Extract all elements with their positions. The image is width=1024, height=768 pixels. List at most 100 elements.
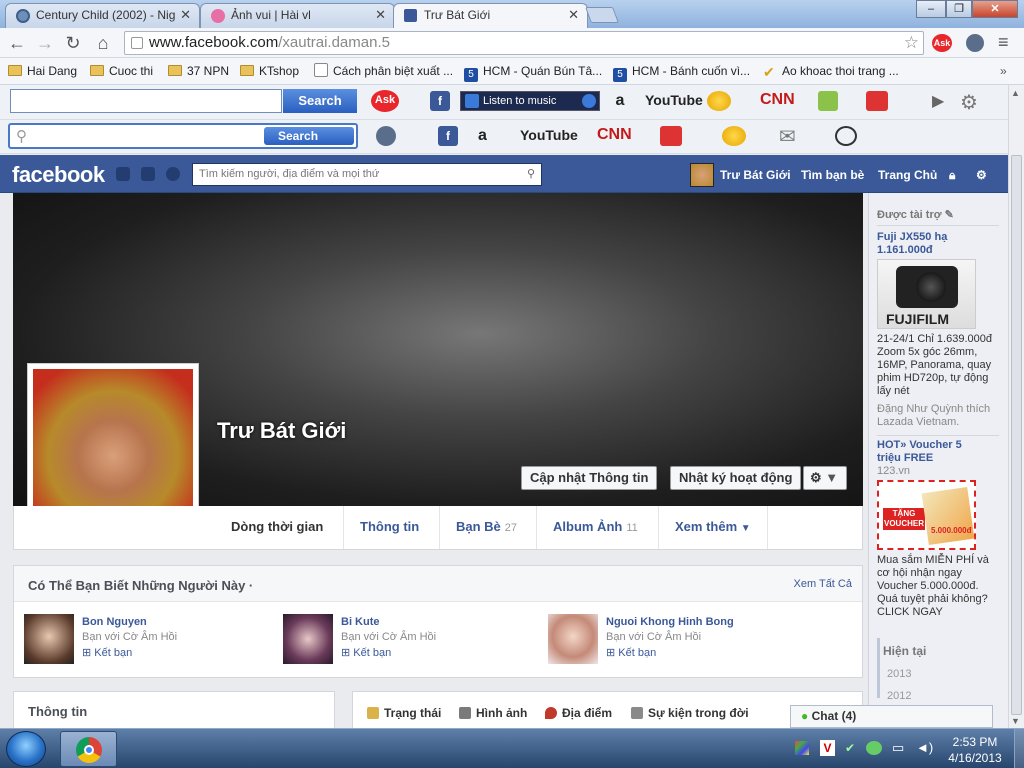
update-info-button[interactable]: Cập nhật Thông tin (521, 466, 658, 490)
nav-find-friends-link[interactable]: Tìm bạn bè (801, 168, 864, 182)
start-button[interactable] (6, 731, 46, 767)
privacy-lock-icon[interactable]: 🔒︎ (949, 168, 955, 183)
chat-bar[interactable]: ● Chat (4) (790, 705, 993, 728)
close-tab-icon[interactable]: ✕ (375, 4, 386, 26)
youtube-icon[interactable]: YouTube (520, 127, 578, 143)
new-tab-button[interactable] (585, 7, 619, 23)
ad2-text[interactable]: Mua sắm MIỄN PHÍ và cơ hội nhận ngay Vou… (877, 554, 995, 619)
add-friend-button[interactable]: ⊞ Kết bạn (82, 646, 132, 659)
facebook-icon[interactable]: f (438, 126, 458, 146)
system-clock[interactable]: 2:53 PM 4/16/2013 (940, 734, 1010, 766)
ask-extension-icon[interactable]: Ask (932, 34, 952, 52)
listen-to-music-dropdown[interactable]: Listen to music (460, 91, 600, 111)
d-logo-icon[interactable] (835, 126, 857, 146)
bookmark-star-icon[interactable]: ☆ (904, 32, 919, 54)
ad1-camera-image[interactable]: FUJIFILM (877, 259, 976, 329)
composer-status[interactable]: Trạng thái (367, 706, 441, 720)
profile-name[interactable]: Trư Bát Giới (217, 418, 346, 444)
ad1-title[interactable]: Fuji JX550 hạ 1.161.000đ (877, 231, 987, 257)
toolbar2-search-button[interactable]: Search (264, 127, 354, 145)
bookmarks-overflow-icon[interactable]: » (1000, 62, 1007, 80)
timeline-now[interactable]: Hiện tại (883, 644, 926, 658)
scroll-down-icon[interactable]: ▼ (1011, 716, 1020, 726)
bookmark-ktshop[interactable]: KTshop (240, 62, 299, 80)
tab-more[interactable]: Xem thêm ▼ (658, 506, 768, 549)
menu-wrench-icon[interactable]: ≡ (998, 32, 1009, 53)
close-tab-icon[interactable]: ✕ (180, 4, 191, 26)
add-friend-button[interactable]: ⊞ Kết bạn (341, 646, 391, 659)
close-window-button[interactable]: ✕ (972, 0, 1018, 18)
friend-requests-icon[interactable] (116, 167, 130, 181)
tray-monitor-icon[interactable]: ▭ (892, 740, 904, 756)
show-desktop-button[interactable] (1014, 729, 1024, 768)
games-dice-icon[interactable] (866, 91, 888, 111)
reload-button[interactable]: ↻ (62, 32, 84, 54)
avatar[interactable] (690, 163, 714, 187)
youtube-icon[interactable]: YouTube (645, 92, 703, 108)
ask-icon[interactable]: Ask (371, 90, 399, 112)
bookmark-hcm-banh-cuon[interactable]: 5 HCM - Bánh cuốn vì... (613, 62, 750, 82)
composer-photo[interactable]: Hình ảnh (459, 706, 527, 720)
amazon-icon[interactable]: a (610, 91, 630, 111)
cnn-icon[interactable]: CNN (597, 126, 632, 144)
home-button[interactable]: ⌂ (92, 32, 114, 54)
tray-antivirus-icon[interactable]: V (820, 740, 835, 756)
composer-life-event[interactable]: Sự kiện trong đời (631, 706, 749, 720)
timeline-2013[interactable]: 2013 (887, 668, 911, 680)
scroll-thumb[interactable] (1011, 155, 1022, 715)
weather-icon[interactable] (707, 91, 731, 111)
close-tab-icon[interactable]: ✕ (568, 4, 579, 26)
settings-dropdown-button[interactable]: ⚙ ▼ (803, 466, 847, 490)
see-all-link[interactable]: Xem Tất Cả (794, 578, 853, 590)
tab-timeline[interactable]: Dòng thời gian (215, 506, 339, 549)
weather-icon[interactable] (722, 126, 746, 146)
tray-network-icon[interactable] (866, 741, 882, 755)
cnn-icon[interactable]: CNN (760, 91, 795, 109)
facebook-search-input[interactable]: Tìm kiếm người, địa điểm và mọi thứ ⚲ (192, 163, 542, 186)
ad2-title[interactable]: HOT» Voucher 5 triệu FREE (877, 439, 987, 465)
toolbar2-search-input[interactable]: ⚲ Search (8, 123, 358, 149)
mutual-friend[interactable]: Bạn với Cờ Âm Hồi (606, 631, 701, 643)
person-name[interactable]: Nguoi Khong Hinh Bong (606, 616, 734, 628)
play-more-icon[interactable]: ▶ (932, 91, 944, 111)
bookmark-hcm-bun[interactable]: 5 HCM - Quán Bún Tâ... (464, 62, 602, 82)
browser-tab-anh-vui[interactable]: Ảnh vui | Hài vl ✕ (200, 3, 395, 28)
activity-log-button[interactable]: Nhật ký hoạt động (670, 466, 802, 490)
facebook-icon[interactable]: f (430, 91, 450, 111)
search-icon[interactable]: ⚲ (527, 164, 535, 185)
mutual-friend[interactable]: Bạn với Cờ Âm Hồi (82, 631, 177, 643)
settings-gear-icon[interactable]: ⚙ (960, 90, 978, 115)
globe-icon[interactable] (376, 126, 396, 146)
composer-place[interactable]: Địa điểm (545, 706, 612, 720)
mail-icon[interactable]: ✉ (779, 124, 796, 149)
scroll-up-icon[interactable]: ▲ (1011, 88, 1020, 98)
minimize-button[interactable]: – (916, 0, 946, 18)
bookmark-cach-phan-biet[interactable]: Cách phân biệt xuất ... (314, 62, 453, 80)
browser-tab-century-child[interactable]: Century Child (2002) - Nig ✕ (5, 3, 200, 28)
facebook-logo[interactable]: facebook (12, 162, 105, 188)
timeline-2012[interactable]: 2012 (887, 690, 911, 702)
person-name[interactable]: Bon Nguyen (82, 616, 147, 628)
tab-about[interactable]: Thông tin (343, 506, 435, 549)
tab-friends[interactable]: Bạn Bè 27 (439, 506, 533, 549)
browser-tab-tru-bat-gioi[interactable]: Trư Bát Giới ✕ (393, 3, 588, 28)
toolbar-search-button[interactable]: Search (283, 89, 357, 113)
avatar[interactable] (24, 614, 74, 664)
tray-shield-icon[interactable]: ✔ (845, 741, 855, 755)
address-bar[interactable]: www.facebook.com/xautrai.daman.5 ☆ (124, 31, 924, 55)
account-gear-icon[interactable]: ⚙ (976, 168, 987, 182)
messages-icon[interactable] (141, 167, 155, 181)
ad2-voucher-image[interactable]: TẶNG VOUCHER 5.000.000đ (877, 480, 976, 550)
add-friend-button[interactable]: ⊞ Kết bạn (606, 646, 656, 659)
ad1-text[interactable]: 21-24/1 Chỉ 1.639.000đ Zoom 5x góc 26mm,… (877, 333, 995, 398)
back-button[interactable]: ← (6, 32, 28, 54)
tray-app-icon[interactable] (795, 741, 809, 755)
avatar[interactable] (283, 614, 333, 664)
maximize-button[interactable]: ❐ (946, 0, 972, 18)
volume-icon[interactable]: ◄) (916, 740, 933, 755)
toolbar-search-input[interactable] (10, 89, 282, 113)
person-name[interactable]: Bi Kute (341, 616, 380, 628)
maps-icon[interactable] (818, 91, 838, 111)
nav-home-link[interactable]: Trang Chủ (878, 168, 937, 182)
notifications-globe-icon[interactable] (166, 167, 180, 181)
